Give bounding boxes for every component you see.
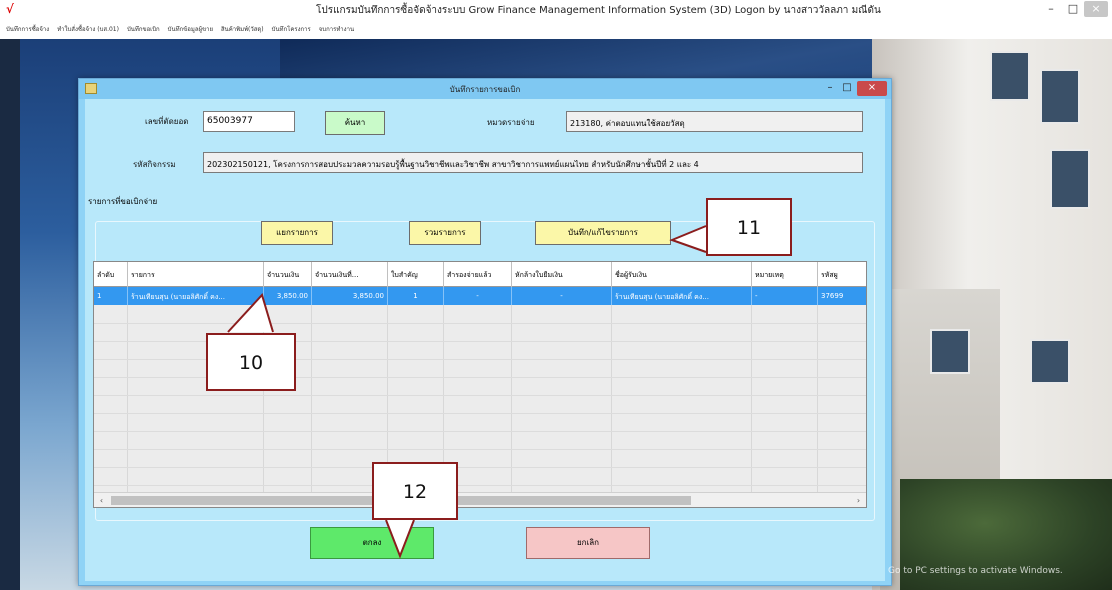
column-header-payee-code[interactable]: รหัสผู <box>818 262 866 287</box>
merge-items-button[interactable]: รวมรายการ <box>409 221 481 245</box>
grid-line <box>94 395 866 396</box>
grid-line <box>751 305 752 497</box>
expense-category-field[interactable]: 213180, ค่าตอบแทนใช้สอยวัสดุ <box>566 111 863 132</box>
cancel-button[interactable]: ยกเลิก <box>526 527 650 559</box>
column-header-amount[interactable]: จำนวนเงิน <box>264 262 312 287</box>
callout-12: 12 <box>372 462 458 520</box>
dialog-body: เลขที่ตัดยอด 65003977 ค้นหา หมวดรายจ่าย … <box>85 99 885 581</box>
column-header-remark[interactable]: หมายเหตุ <box>752 262 818 287</box>
activity-code-field[interactable]: 202302150121, โครงการการสอบประมวลความรอบ… <box>203 152 863 173</box>
background-window <box>1030 339 1070 384</box>
background-window <box>990 51 1030 101</box>
app-logo-icon: √ <box>6 2 14 16</box>
budget-number-field[interactable]: 65003977 <box>203 111 295 132</box>
cell-loan-clearing[interactable]: - <box>512 287 612 305</box>
menu-item-purchase[interactable]: บันทึกการซื้อจ้าง <box>6 24 49 34</box>
column-header-loan-clearing[interactable]: หักล้างใบยืมเงิน <box>512 262 612 287</box>
cell-item[interactable]: ร้านเทียนสุน (นายอลิศักดิ์ คง... <box>128 287 264 305</box>
cell-payee-code[interactable]: 37699 <box>818 287 866 305</box>
cell-amount-withdrawn[interactable]: 3,850.00 <box>312 287 388 305</box>
background-window <box>1040 69 1080 124</box>
grid-line <box>611 305 612 497</box>
app-maximize-button[interactable]: □ <box>1062 1 1084 17</box>
horizontal-scrollbar[interactable]: ‹ › <box>94 492 866 507</box>
menu-bar: บันทึกการซื้อจ้าง ทำใบสั่งซื้อจ้าง (บส.0… <box>0 19 1112 39</box>
dialog-close-button[interactable]: × <box>857 81 887 96</box>
menu-item-purchase-order[interactable]: ทำใบสั่งซื้อจ้าง (บส.01) <box>57 24 119 34</box>
ok-button[interactable]: ตกลง <box>310 527 434 559</box>
dialog-title: บันทึกรายการขอเบิก <box>449 85 521 94</box>
items-table-header: ลำดับ รายการ จำนวนเงิน จำนวนเงินที่... ใ… <box>94 262 866 287</box>
budget-number-label: เลขที่ตัดยอด <box>145 117 189 126</box>
windows-activation-watermark: Go to PC settings to activate Windows. <box>888 566 1063 576</box>
menu-item-vendor[interactable]: บันทึกข้อมูลผู้ขาย <box>168 24 213 34</box>
menu-item-project[interactable]: บันทึกโครงการ <box>272 24 311 34</box>
withdrawal-dialog: บันทึกรายการขอเบิก – □ × เลขที่ตัดยอด 65… <box>78 78 892 586</box>
grid-line <box>817 305 818 497</box>
callout-11: 11 <box>706 198 792 256</box>
dialog-maximize-button[interactable]: □ <box>839 81 855 96</box>
cell-advance-paid[interactable]: - <box>444 287 512 305</box>
app-titlebar: √ โปรแกรมบันทึกการซื้อจัดจ้างระบบ Grow F… <box>0 0 1112 19</box>
grid-line <box>94 431 866 432</box>
column-header-advance-paid[interactable]: สำรองจ่ายแล้ว <box>444 262 512 287</box>
grid-line <box>94 485 866 486</box>
background-window <box>930 329 970 374</box>
app-close-button[interactable]: × <box>1084 1 1108 17</box>
cell-amount[interactable]: 3,850.00 <box>264 287 312 305</box>
search-button[interactable]: ค้นหา <box>325 111 385 135</box>
menu-item-print-goods[interactable]: สินค้าพิมพ์(วัสดุ) <box>221 24 264 34</box>
grid-line <box>94 449 866 450</box>
column-header-receipt[interactable]: ใบสำคัญ <box>388 262 444 287</box>
column-header-seq[interactable]: ลำดับ <box>94 262 128 287</box>
cell-remark[interactable]: - <box>752 287 818 305</box>
column-header-item[interactable]: รายการ <box>128 262 264 287</box>
app-title: โปรแกรมบันทึกการซื้อจัดจ้างระบบ Grow Fin… <box>316 5 881 16</box>
column-header-payee[interactable]: ชื่อผู้รับเงิน <box>612 262 752 287</box>
expense-category-label: หมวดรายจ่าย <box>487 118 535 127</box>
scroll-right-icon[interactable]: › <box>851 493 866 507</box>
background-edge <box>0 39 20 590</box>
column-header-amount-withdrawn[interactable]: จำนวนเงินที่... <box>312 262 388 287</box>
menu-item-withdrawal[interactable]: บันทึกขอเบิก <box>127 24 160 34</box>
save-edit-items-button[interactable]: บันทึก/แก้ไขรายการ <box>535 221 671 245</box>
dialog-minimize-button[interactable]: – <box>823 81 837 96</box>
grid-line <box>94 413 866 414</box>
cell-receipt[interactable]: 1 <box>388 287 444 305</box>
grid-line <box>94 467 866 468</box>
app-minimize-button[interactable]: – <box>1040 1 1062 17</box>
table-row[interactable]: 1 ร้านเทียนสุน (นายอลิศักดิ์ คง... 3,850… <box>94 287 866 305</box>
grid-line <box>511 305 512 497</box>
split-items-button[interactable]: แยกรายการ <box>261 221 333 245</box>
requested-items-title: รายการที่ขอเบิกจ่าย <box>85 195 161 208</box>
callout-10: 10 <box>206 333 296 391</box>
grid-line <box>127 305 128 497</box>
activity-code-label: รหัสกิจกรรม <box>133 160 176 169</box>
cell-payee[interactable]: ร้านเทียนสุน (นายอลิศักดิ์ คง... <box>612 287 752 305</box>
background-window <box>1050 149 1090 209</box>
menu-item-exit[interactable]: จบการทำงาน <box>319 24 354 34</box>
scroll-left-icon[interactable]: ‹ <box>94 493 109 507</box>
cell-seq[interactable]: 1 <box>94 287 128 305</box>
grid-line <box>311 305 312 497</box>
dialog-titlebar: บันทึกรายการขอเบิก – □ × <box>79 79 891 99</box>
grid-line <box>94 323 866 324</box>
